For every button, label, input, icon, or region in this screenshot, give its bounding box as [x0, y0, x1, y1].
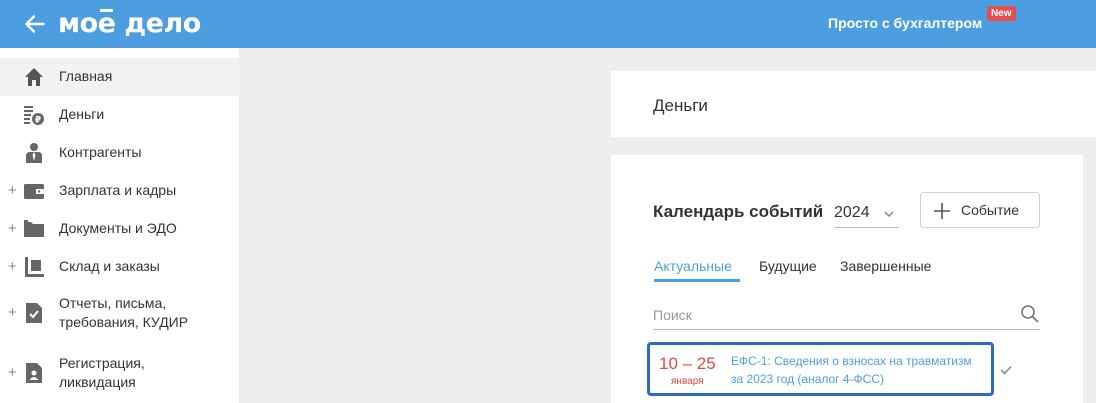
sidebar-item-label: Склад и заказы: [59, 258, 160, 274]
sidebar-item-warehouse[interactable]: + Склад и заказы: [0, 248, 239, 286]
add-event-label: Событие: [961, 202, 1019, 218]
logo-part-2: дело: [115, 8, 201, 39]
plus-icon: [934, 203, 950, 219]
sidebar-item-label: Документы и ЭДО: [59, 220, 177, 236]
year-value: 2024: [834, 204, 870, 221]
back-arrow-icon[interactable]: [22, 11, 48, 37]
logo-e-letter: е: [97, 8, 116, 39]
warehouse-icon: [25, 257, 44, 277]
home-icon: [25, 68, 43, 86]
event-dates: 10 – 25: [659, 354, 716, 373]
logo[interactable]: мо е дело: [58, 6, 201, 42]
sidebar-item-registration[interactable]: + Регистрация, ликвидация: [0, 346, 239, 400]
search-box: [653, 300, 1040, 330]
calendar-title: Календарь событий: [653, 202, 824, 221]
report-icon: [26, 303, 42, 323]
add-event-button[interactable]: Событие: [920, 192, 1040, 228]
calendar-card: Календарь событий 2024 Событие Актуальны…: [611, 155, 1083, 403]
event-month: января: [671, 376, 704, 387]
year-select[interactable]: 2024: [834, 202, 899, 228]
promo-link[interactable]: Просто с бухгалтером: [828, 15, 982, 31]
sidebar-item-label: Деньги: [59, 106, 105, 122]
top-header: мо е дело Просто с бухгалтером New: [0, 0, 1096, 48]
sidebar-item-salary[interactable]: + Зарплата и кадры: [0, 172, 239, 210]
svg-text:₽: ₽: [35, 116, 41, 126]
chevron-down-icon: [884, 211, 894, 218]
folder-icon: [24, 220, 44, 237]
search-input[interactable]: [653, 304, 1003, 326]
sidebar-item-documents[interactable]: + Документы и ЭДО: [0, 210, 239, 248]
expand-plus-icon[interactable]: +: [8, 221, 17, 236]
event-title: ЕФС-1: Сведения о взносах на травматизм …: [731, 354, 972, 386]
tab-current[interactable]: Актуальные: [654, 258, 732, 274]
expand-plus-icon[interactable]: +: [8, 305, 17, 320]
search-icon[interactable]: [1020, 304, 1040, 324]
sidebar-item-reports[interactable]: + Отчеты, письма, требования, КУДИР: [0, 286, 239, 340]
event-item[interactable]: 10 – 25 января ЕФС-1: Сведения о взносах…: [647, 342, 994, 396]
sidebar-item-label: Главная: [59, 68, 113, 84]
logo-e: е: [98, 6, 116, 42]
sidebar: Главная ₽ Деньги Контрагенты + Зарплата …: [0, 48, 239, 403]
sidebar-item-money[interactable]: ₽ Деньги: [0, 96, 239, 134]
money-card: Деньги: [611, 71, 1096, 137]
logo-part-1: мо: [58, 8, 98, 39]
sidebar-item-label: Контрагенты: [59, 144, 142, 160]
tab-completed[interactable]: Завершенные: [840, 258, 931, 274]
money-card-title: Деньги: [653, 96, 708, 115]
registration-icon: [26, 363, 42, 383]
sidebar-item-label: Зарплата и кадры: [59, 182, 177, 198]
sidebar-item-contractors[interactable]: Контрагенты: [0, 134, 239, 172]
contractor-icon: [26, 143, 42, 163]
new-badge: New: [987, 6, 1016, 21]
tab-future[interactable]: Будущие: [759, 258, 817, 274]
money-icon: ₽: [24, 106, 44, 126]
wallet-icon: [24, 184, 44, 199]
expand-plus-icon[interactable]: +: [8, 259, 17, 274]
check-icon[interactable]: [999, 363, 1013, 377]
sidebar-item-label: Отчеты, письма, требования, КУДИР: [59, 295, 189, 330]
sidebar-item-home[interactable]: Главная: [0, 58, 239, 96]
sidebar-item-label: Регистрация, ликвидация: [59, 355, 145, 390]
active-tab-indicator: [654, 279, 740, 282]
expand-plus-icon[interactable]: +: [8, 183, 17, 198]
expand-plus-icon[interactable]: +: [8, 365, 17, 380]
